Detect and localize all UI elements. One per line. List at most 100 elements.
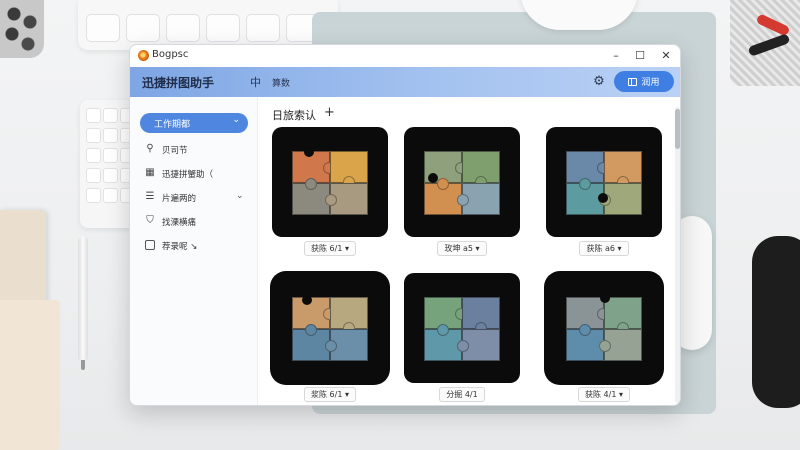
pen-tip: [81, 360, 85, 370]
puzzle-hole: [428, 173, 438, 183]
notebook: [0, 300, 60, 450]
puzzle-image: [424, 151, 500, 215]
sidebar-item-label: 贝司节: [162, 146, 188, 156]
chevron-down-icon: ⌄: [236, 191, 244, 201]
header-menu-icon[interactable]: 中: [250, 74, 261, 90]
pen: [78, 236, 88, 362]
keyboard: [78, 0, 338, 50]
card-caption-label: 玫坤 a5 ▾: [437, 241, 487, 256]
sidebar-item-label: 迅捷拼蟹助（: [162, 170, 214, 180]
key: [166, 14, 200, 42]
puzzle-image: [292, 147, 368, 215]
list-icon: ☰: [145, 191, 155, 202]
puzzle-image: [424, 297, 500, 361]
primary-action-button[interactable]: 润用: [614, 71, 674, 92]
scrollbar-thumb[interactable]: [675, 109, 680, 149]
numpad-key: [86, 108, 101, 123]
puzzle-card[interactable]: [272, 127, 388, 237]
sidebar-item-2[interactable]: ▦ 迅捷拼蟹助（: [140, 165, 250, 183]
key: [86, 14, 120, 42]
window-title: Bogpsc: [152, 49, 189, 60]
card-caption[interactable]: 获陈 a6 ▾: [546, 241, 662, 256]
puzzle-card[interactable]: [546, 273, 662, 383]
numpad-key: [103, 188, 118, 203]
card-caption-label: 浆陈 6/1 ▾: [304, 387, 356, 402]
card-caption[interactable]: 获陈 4/1 ▾: [546, 387, 662, 402]
key: [246, 14, 280, 42]
numpad-key: [86, 128, 101, 143]
puzzle-piece: [325, 329, 368, 361]
card-caption-label: 获陈 4/1 ▾: [578, 387, 630, 402]
numpad-key: [86, 148, 101, 163]
minimize-button[interactable]: –: [606, 48, 626, 64]
app-header: 迅捷拼图助手 中 算数 ⚙ 润用: [130, 67, 680, 97]
workspace-selector[interactable]: 工作期都 ⌄: [140, 113, 248, 133]
gear-icon[interactable]: ⚙: [590, 73, 608, 91]
puzzle-hole: [304, 147, 314, 157]
key: [206, 14, 240, 42]
card-caption[interactable]: 获陈 6/1 ▾: [272, 241, 388, 256]
header-label[interactable]: 算数: [272, 76, 290, 89]
numpad-key: [103, 148, 118, 163]
puzzle-image: [566, 151, 642, 215]
puzzle-hole: [302, 295, 312, 305]
puzzle-piece: [604, 297, 642, 334]
card-caption-label: 分掘 4/1: [439, 387, 485, 402]
numpad-key: [103, 128, 118, 143]
puzzle-piece: [330, 297, 368, 334]
card-caption[interactable]: 玫坤 a5 ▾: [404, 241, 520, 256]
sidebar-item-4[interactable]: ⛉ 找溧横痛: [140, 213, 250, 231]
puzzle-image: [566, 293, 642, 361]
puzzle-card[interactable]: [404, 273, 520, 383]
puzzle-piece: [330, 151, 368, 188]
close-button[interactable]: ✕: [656, 48, 676, 64]
title-bar[interactable]: Bogpsc – ☐ ✕: [130, 45, 680, 67]
puzzle-image: [292, 295, 368, 361]
black-mouse: [752, 236, 800, 408]
puzzle-piece: [457, 329, 500, 361]
puzzle-piece: [462, 151, 500, 188]
puzzle-piece: [457, 183, 500, 215]
primary-action-label: 润用: [641, 78, 660, 88]
puzzle-card[interactable]: [404, 127, 520, 237]
sidebar-item-label: 荐录呢 ↘: [162, 242, 198, 252]
sidebar-item-label: 找溧横痛: [162, 218, 197, 228]
puzzle-hole: [598, 193, 608, 203]
panel-icon: [628, 77, 638, 86]
plant: [0, 0, 44, 58]
puzzle-card[interactable]: [546, 127, 662, 237]
sidebar-item-label: 片遍两的: [162, 194, 197, 204]
shield-icon: ⛉: [146, 215, 154, 226]
card-caption-label: 获陈 6/1 ▾: [304, 241, 356, 256]
puzzle-piece: [462, 297, 500, 334]
workspace-selector-label: 工作期都: [154, 120, 191, 130]
sidebar: 工作期都 ⌄ ⚲ 贝司节 ▦ 迅捷拼蟹助（ ☰ 片遍两的 ⌄ ⛉ 找溧横痛 荐录…: [130, 97, 258, 405]
search-icon: ⚲: [146, 143, 154, 154]
puzzle-piece: [599, 329, 642, 361]
puzzle-hole: [600, 293, 610, 303]
key: [126, 14, 160, 42]
card-caption[interactable]: 分掘 4/1: [404, 387, 520, 402]
chevron-down-icon: ⌄: [232, 115, 240, 125]
puzzle-piece: [604, 151, 642, 188]
app-logo-icon: [138, 50, 149, 61]
scrollbar[interactable]: [675, 107, 680, 403]
section-title: 日旅索认: [272, 109, 316, 122]
grid-icon: ▦: [145, 167, 155, 178]
sidebar-item-1[interactable]: ⚲ 贝司节: [140, 141, 250, 159]
app-title: 迅捷拼图助手: [142, 76, 215, 90]
toolbox-icon: [145, 240, 155, 250]
numpad-key: [86, 168, 101, 183]
sidebar-item-3[interactable]: ☰ 片遍两的 ⌄: [140, 189, 250, 207]
puzzle-piece: [325, 183, 368, 215]
sidebar-item-5[interactable]: 荐录呢 ↘: [140, 237, 250, 255]
add-icon[interactable]: +: [324, 105, 335, 120]
numpad-key: [103, 108, 118, 123]
puzzle-piece: [599, 183, 642, 215]
maximize-button[interactable]: ☐: [630, 48, 650, 64]
puzzle-card[interactable]: [272, 273, 388, 383]
content-area: 日旅索认 + 获陈 6/1 ▾ 玫坤 a5 ▾ 获陈 a6 ▾ 浆陈 6/1 ▾…: [258, 97, 680, 405]
card-caption[interactable]: 浆陈 6/1 ▾: [272, 387, 388, 402]
app-window: Bogpsc – ☐ ✕ 迅捷拼图助手 中 算数 ⚙ 润用 工作期都 ⌄ ⚲ 贝…: [129, 44, 681, 406]
card-caption-label: 获陈 a6 ▾: [579, 241, 629, 256]
